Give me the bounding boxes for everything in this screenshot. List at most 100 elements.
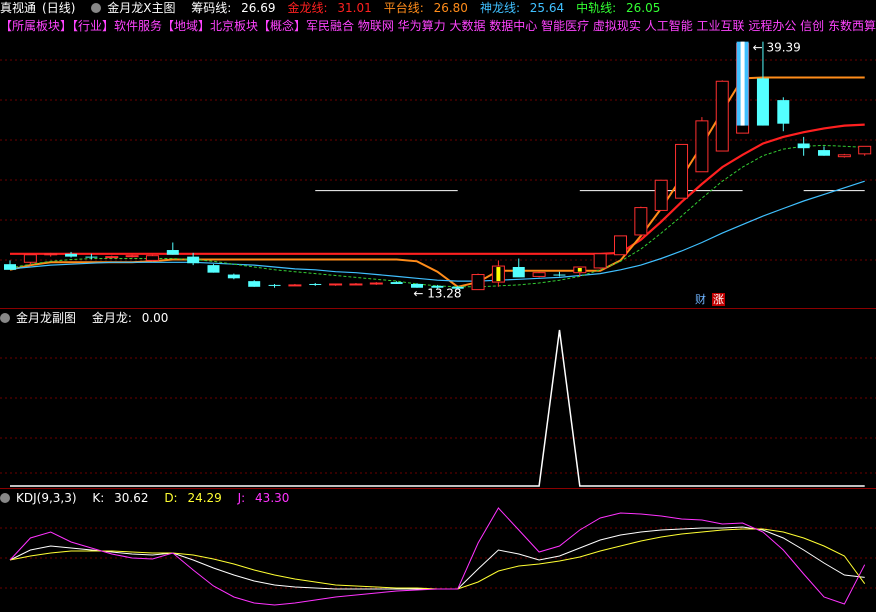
legend-value: 26.69 [237, 1, 276, 15]
kdj-chart-svg[interactable] [0, 488, 876, 612]
series-line-J [9, 507, 866, 606]
candle-body-up [614, 235, 627, 256]
kdj-indicator-toggle[interactable]: KDJ(9,3,3) [0, 491, 83, 505]
peak-bar-core [740, 41, 745, 126]
candle-body-up [532, 272, 546, 277]
sub-indicator-name: 金月龙副图 [16, 311, 77, 325]
badge-zhang[interactable]: 涨 [712, 293, 725, 306]
legend-item: 中轨线: 26.05 [576, 1, 666, 15]
kdj-k-legend: K: 30.62 [92, 491, 154, 505]
app-title: 真视通 (日线) [0, 1, 81, 15]
app-name: 真视通 [0, 1, 37, 15]
k-value: 30.62 [114, 491, 149, 505]
series-line-金月龙 [10, 329, 865, 487]
candle-body-up [858, 145, 872, 155]
series-line-D [9, 528, 866, 590]
candle-body-down [553, 274, 566, 276]
candle-body-up [837, 154, 851, 158]
candle-body-down [268, 284, 281, 286]
candle-body-up [44, 253, 58, 256]
sub-legend-value: 0.00 [141, 311, 169, 325]
candle-body-up [329, 283, 343, 286]
legend-value: 31.01 [333, 1, 372, 15]
k-label: K: [92, 491, 105, 505]
candle-body-down [818, 150, 830, 156]
candle-body-down [248, 281, 261, 287]
legend-item: 筹码线: 26.69 [191, 1, 281, 15]
legend-value: 26.05 [622, 1, 661, 15]
collapse-icon[interactable] [0, 493, 10, 503]
candle-body-down [85, 256, 98, 258]
legend-item: 金龙线: 31.01 [288, 1, 378, 15]
candle-body-up [23, 254, 37, 263]
kdj-d-legend: D: 24.29 [164, 491, 227, 505]
legend-item: 平台线: 26.80 [384, 1, 474, 15]
main-chart-header: 真视通 (日线) 金月龙X主图 筹码线: 26.69 金龙线: 31.01 平台线: … [0, 0, 678, 16]
legend-value: 25.64 [525, 1, 565, 15]
candle-body-down [512, 267, 525, 278]
candle-body-down [166, 250, 179, 255]
candle-body-down [187, 256, 200, 264]
badge-cai[interactable]: 财 [694, 293, 707, 306]
legend-label: 筹码线: [191, 1, 232, 15]
d-label: D: [164, 491, 178, 505]
kdj-header: KDJ(9,3,3) K: 30.62 D: 24.29 J: 43.30 [0, 490, 301, 506]
legend-label: 神龙线: [479, 1, 520, 15]
legend-label: 平台线: [383, 1, 424, 15]
main-chart-panel[interactable]: ← 39.39 ← 13.28 真视通 (日线) 金月龙X主图 筹码线: 26.69… [0, 0, 876, 308]
d-value: 24.29 [187, 491, 222, 505]
collapse-icon[interactable] [91, 3, 102, 13]
sub-legend: 金月龙: 0.00 [92, 311, 175, 325]
candle-body-down [390, 282, 403, 284]
candle-body-down [65, 253, 78, 257]
series-line-金龙线 [10, 123, 865, 255]
candle-body-up [715, 80, 729, 152]
j-value: 43.30 [255, 491, 290, 505]
sub-chart-svg[interactable] [0, 308, 876, 488]
period-label: (日线) [42, 1, 76, 15]
kdj-name: KDJ(9,3,3) [16, 491, 77, 505]
signal-marker [496, 267, 501, 282]
candle-body-up [634, 207, 648, 236]
candle-body-up [369, 282, 383, 285]
low-label: ← 13.28 [413, 287, 461, 301]
series-line-神龙线 [9, 180, 865, 282]
signal-marker [577, 268, 582, 272]
high-label: ← 39.39 [753, 41, 801, 55]
candle-body-down [797, 143, 810, 149]
candle-body-down [309, 283, 322, 285]
sub-legend-label: 金月龙: [91, 311, 132, 325]
series-line-中轨线 [9, 144, 865, 288]
sector-info-line: 【所属板块】【行业】软件服务【地域】北京板块【概念】军民融合 物联网 华为算力 … [0, 19, 876, 33]
candle-body-up [675, 143, 689, 199]
candle-body-up [145, 255, 159, 261]
kdj-j-legend: J: 43.30 [238, 491, 296, 505]
legend-item: 神龙线: 25.64 [480, 1, 570, 15]
candle-body-down [756, 78, 769, 126]
candle-body-up [349, 283, 363, 286]
candle-body-down [777, 100, 790, 124]
j-label: J: [237, 491, 246, 505]
sub-chart-header: 金月龙副图 金月龙: 0.00 [0, 310, 180, 326]
collapse-icon[interactable] [0, 313, 10, 323]
candle-body-up [125, 255, 139, 258]
candle-body-up [654, 179, 668, 211]
main-chart-svg[interactable]: ← 39.39 ← 13.28 [0, 0, 876, 308]
candle-body-up [471, 274, 485, 291]
sub-indicator-toggle[interactable]: 金月龙副图 [0, 311, 82, 325]
legend-label: 中轨线: [576, 1, 617, 15]
kdj-chart-panel[interactable]: KDJ(9,3,3) K: 30.62 D: 24.29 J: 43.30 [0, 488, 876, 612]
indicator-name: 金月龙X主图 [107, 1, 176, 15]
legend-label: 金龙线: [287, 1, 328, 15]
candle-body-down [4, 264, 16, 270]
candle-body-up [288, 284, 302, 287]
candle-body-down [207, 265, 220, 273]
candle-body-up [593, 253, 607, 269]
candle-body-up [695, 120, 709, 173]
legend-group: 筹码线: 26.69 金龙线: 31.01 平台线: 26.80 神龙线: 25.64… [191, 1, 672, 15]
sub-chart-panel[interactable]: 金月龙副图 金月龙: 0.00 [0, 308, 876, 488]
legend-value: 26.80 [429, 1, 468, 15]
candle-body-down [227, 274, 240, 279]
indicator-toggle[interactable]: 金月龙X主图 [91, 1, 181, 15]
candle-body-up [105, 256, 119, 259]
